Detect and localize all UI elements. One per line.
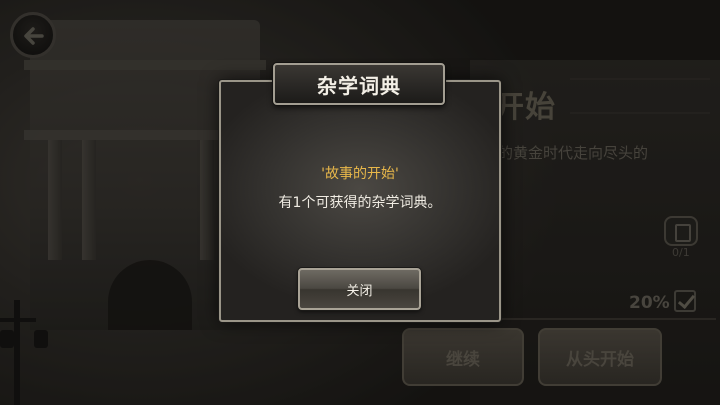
story-name: '故事的开始': [321, 166, 399, 182]
dialog-message: 有1个可获得的杂学词典。: [278, 195, 442, 211]
close-label: 关闭: [346, 283, 373, 299]
close-button[interactable]: 关闭: [298, 268, 421, 310]
dialog-title-tab: 杂学词典: [273, 63, 445, 105]
dialog-title: 杂学词典: [317, 73, 401, 98]
